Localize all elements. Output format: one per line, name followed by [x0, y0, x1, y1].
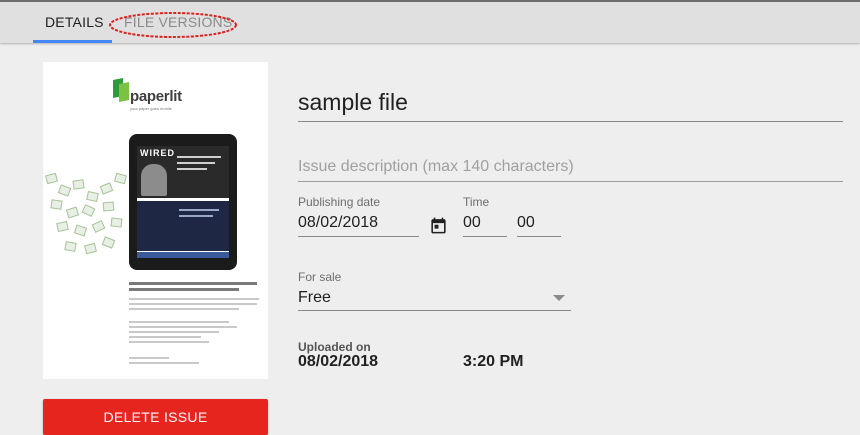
flying-paper-icon — [99, 182, 114, 195]
issue-title-value: sample file — [298, 89, 408, 115]
issue-description-placeholder: Issue description (max 140 characters) — [298, 158, 574, 175]
for-sale-label: For sale — [298, 270, 342, 284]
flying-paper-icon — [84, 242, 97, 255]
time-minute-input[interactable]: 00 — [517, 214, 535, 232]
tablet-mockup: WIRED WIRED — [129, 134, 237, 270]
uploaded-time: 3:20 PM — [463, 353, 524, 370]
cover-text-line — [177, 156, 221, 158]
flying-paper-icon — [101, 236, 116, 249]
paperlit-logo-icon — [113, 78, 129, 102]
promo-text-line — [129, 282, 257, 285]
magazine-cover-top: WIRED — [137, 146, 229, 198]
tab-bar: DETAILS FILE VERSIONS — [0, 2, 860, 43]
logo-wordmark: paperlit — [130, 88, 182, 105]
flying-paper-icon — [56, 220, 69, 233]
flying-paper-icon — [45, 172, 58, 185]
publishing-date-underline — [298, 236, 419, 237]
tab-details[interactable]: DETAILS — [45, 14, 104, 30]
cover-portrait — [141, 164, 167, 196]
promo-text-line — [129, 288, 239, 291]
promo-text-line — [129, 298, 259, 300]
cover-text-line — [179, 209, 219, 211]
logo-tagline: your paper goes mobile — [130, 106, 172, 111]
promo-text-line — [129, 362, 199, 364]
promo-text-line — [129, 321, 229, 323]
flying-paper-icon — [73, 224, 88, 237]
cover-text-line — [177, 162, 215, 164]
promo-text-line — [129, 326, 237, 328]
tablet-toolbar — [137, 252, 229, 258]
flying-paper-icon — [64, 241, 77, 252]
flying-paper-icon — [102, 201, 115, 212]
magazine-cover-bottom — [137, 201, 229, 251]
for-sale-select[interactable]: Free — [298, 288, 571, 311]
flying-paper-icon — [65, 206, 80, 219]
time-hour-underline — [463, 236, 507, 237]
flying-paper-icon — [72, 179, 85, 190]
flying-paper-icon — [81, 204, 96, 217]
flying-paper-icon — [110, 217, 123, 228]
flying-paper-icon — [50, 199, 63, 210]
promo-text-line — [129, 331, 219, 333]
promo-text-line — [129, 357, 169, 359]
uploaded-on-label: Uploaded on — [298, 340, 371, 354]
active-tab-indicator — [33, 40, 112, 43]
flying-paper-icon — [114, 172, 127, 185]
tablet-screen: WIRED WIRED — [137, 146, 229, 258]
magazine-masthead: WIRED — [140, 148, 175, 158]
issue-title-field[interactable]: sample file — [298, 89, 843, 122]
time-label: Time — [463, 195, 490, 209]
time-minute-underline — [517, 236, 561, 237]
flying-paper-icon — [57, 184, 72, 197]
promo-text-line — [129, 308, 239, 310]
issue-cover-thumbnail: paperlit your paper goes mobile WIRED WI… — [43, 62, 268, 379]
tab-file-versions[interactable]: FILE VERSIONS — [124, 14, 232, 30]
calendar-icon[interactable] — [429, 216, 448, 235]
promo-text-line — [129, 303, 257, 305]
issue-description-field[interactable]: Issue description (max 140 characters) — [298, 155, 843, 182]
promo-text-line — [129, 336, 201, 338]
cover-text-line — [179, 215, 213, 217]
dropdown-arrow-icon — [553, 295, 565, 301]
time-hour-input[interactable]: 00 — [463, 214, 481, 232]
flying-paper-icon — [91, 220, 106, 233]
for-sale-value: Free — [298, 289, 331, 306]
delete-issue-button[interactable]: DELETE ISSUE — [43, 399, 268, 435]
cover-text-line — [177, 168, 207, 170]
promo-text-line — [129, 341, 209, 343]
publishing-date-label: Publishing date — [298, 195, 381, 209]
publishing-date-input[interactable]: 08/02/2018 — [298, 214, 378, 232]
uploaded-date: 08/02/2018 — [298, 353, 379, 370]
flying-paper-icon — [86, 190, 99, 203]
